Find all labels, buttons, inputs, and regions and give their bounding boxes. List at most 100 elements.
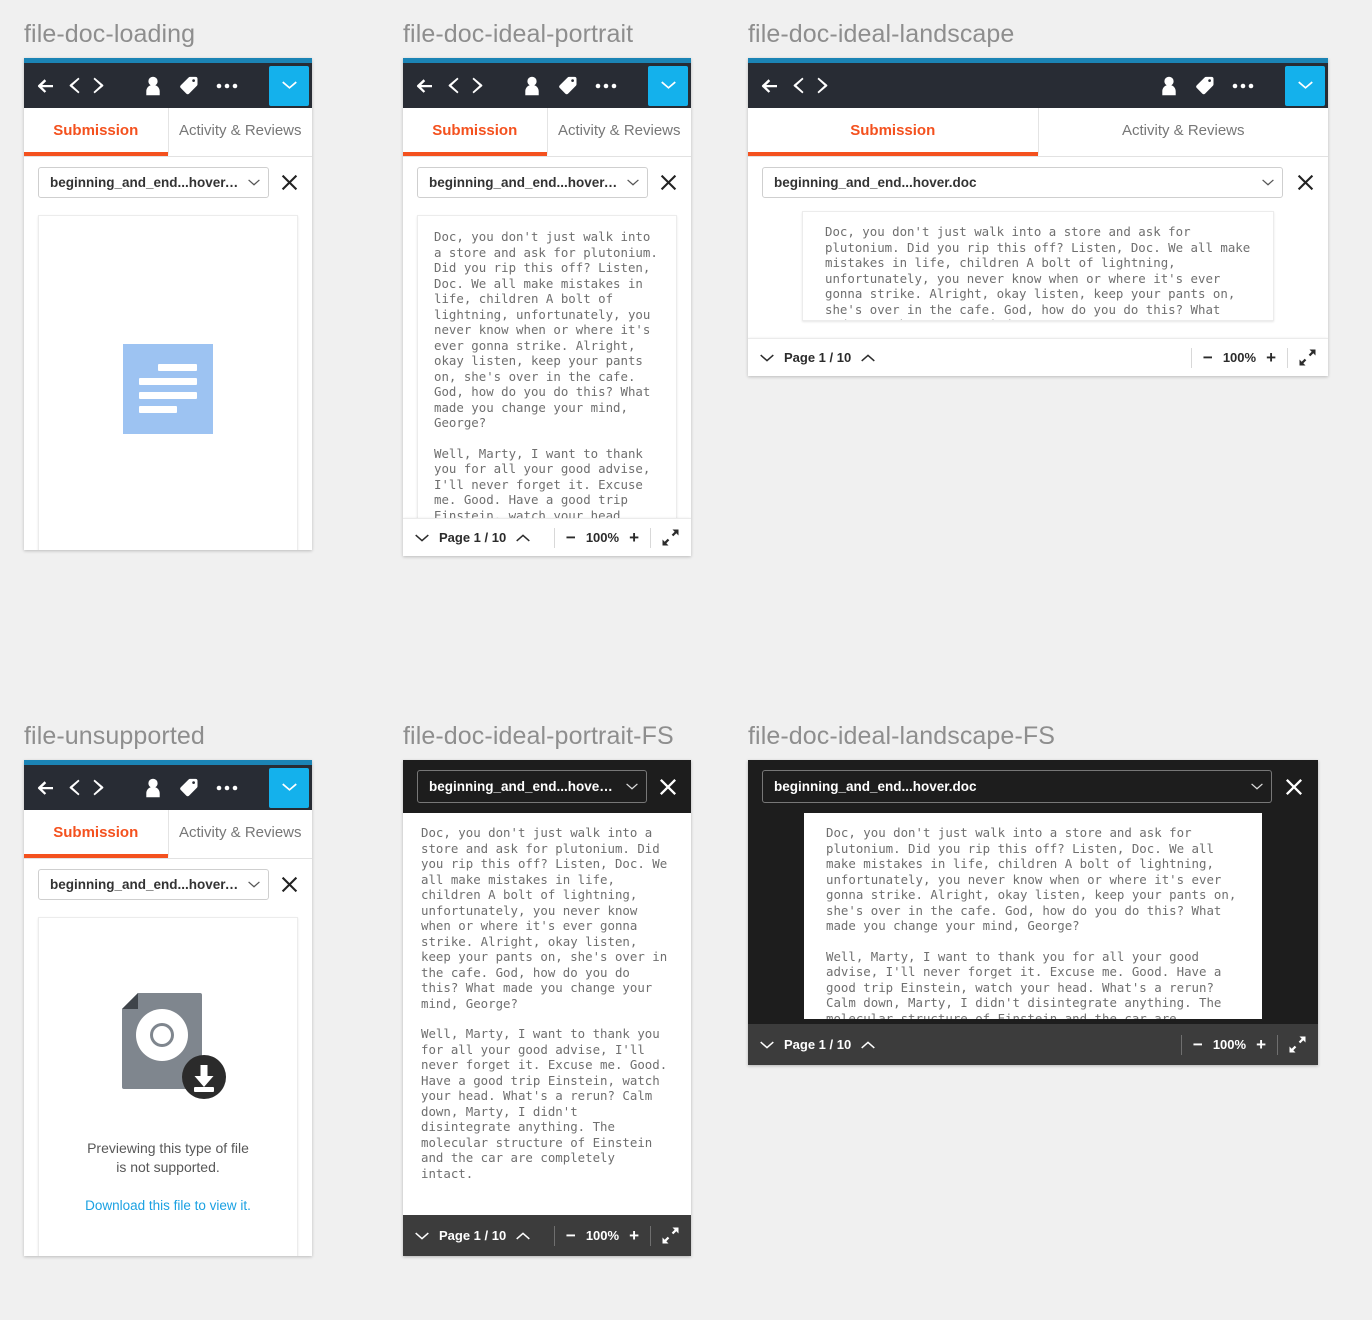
document-paragraph-2: Well, Marty, I want to thank you for all… [421,1026,675,1181]
file-selector-bar: beginning_and_end...hover.doc [24,157,312,207]
close-preview-button[interactable] [279,876,302,893]
back-arrow-icon[interactable] [415,78,434,94]
zoom-out-button[interactable]: − [1203,348,1213,368]
toolbar-dropdown-button[interactable] [269,65,309,106]
ellipsis-icon[interactable] [216,83,238,89]
back-arrow-icon[interactable] [36,78,55,94]
toolbar-dropdown-button[interactable] [648,65,688,106]
document-paragraph-1: Doc, you don't just walk into a store an… [421,825,675,1011]
file-preview-card: Submission Activity & Reviews beginning_… [24,58,312,550]
document-paragraph-2: Well, Marty, I want to thank you for all… [826,948,1222,1020]
page-down-icon[interactable] [415,1232,429,1240]
tab-bar: Submission Activity & Reviews [403,108,691,157]
zoom-in-button[interactable]: + [629,1226,639,1246]
chevron-left-icon[interactable] [447,77,459,94]
user-icon[interactable] [144,778,162,798]
file-select-dropdown[interactable]: beginning_and_end...hover.doc [417,770,647,803]
zoom-out-button[interactable]: − [566,528,576,548]
zoom-in-button[interactable]: + [1266,348,1276,368]
page-indicator-label: Page 1 / 10 [439,530,507,545]
file-preview-card: Submission Activity & Reviews beginning_… [24,760,312,1256]
tab-submission[interactable]: Submission [748,108,1038,156]
page-down-icon[interactable] [415,534,429,542]
panel-title: file-doc-ideal-landscape [748,20,1015,48]
page-up-icon[interactable] [861,1040,876,1049]
unsupported-message-line1: Previewing this type of file [87,1140,249,1156]
zoom-in-button[interactable]: + [629,528,639,548]
tag-icon[interactable] [1195,76,1215,95]
tag-icon[interactable] [558,76,578,95]
fullscreen-collapse-icon[interactable] [1289,1036,1306,1053]
file-select-dropdown[interactable]: beginning_and_end...hover.doc [38,167,269,198]
tab-submission[interactable]: Submission [24,810,168,858]
tab-submission[interactable]: Submission [24,108,168,156]
tab-activity-reviews[interactable]: Activity & Reviews [1037,108,1329,156]
chevron-right-icon[interactable] [472,77,484,94]
document-area: Doc, you don't just walk into a store an… [403,207,691,535]
close-preview-button[interactable] [279,174,302,191]
fullscreen-collapse-icon[interactable] [662,1227,679,1244]
tab-activity-reviews[interactable]: Activity & Reviews [546,108,692,156]
divider [650,527,651,548]
ellipsis-icon[interactable] [595,83,617,89]
page-control-bar: Page 1 / 10 − 100% + [403,518,691,556]
file-name-label: beginning_and_end...hover.doc [50,877,239,892]
chevron-right-icon[interactable] [817,77,829,94]
file-select-dropdown[interactable]: beginning_and_end...hover.doc [762,167,1283,198]
download-file-link[interactable]: Download this file to view it. [85,1198,251,1213]
page-up-icon[interactable] [516,1231,531,1240]
zoom-out-button[interactable]: − [1193,1035,1203,1055]
unsupported-sheet: Previewing this type of file is not supp… [38,917,298,1256]
tab-activity-reviews[interactable]: Activity & Reviews [167,108,313,156]
toolbar-dropdown-button[interactable] [1285,65,1325,106]
document-paragraph-1: Doc, you don't just walk into a store an… [434,229,666,430]
back-arrow-icon[interactable] [36,780,55,796]
tag-icon[interactable] [179,76,199,95]
divider [1180,1034,1182,1055]
zoom-level-label: 100% [585,1228,620,1243]
document-paragraph-1: Doc, you don't just walk into a store an… [826,825,1244,933]
page-down-icon[interactable] [760,354,774,362]
fullscreen-expand-icon[interactable] [662,529,679,546]
unsupported-file-icon [100,973,236,1109]
page-down-icon[interactable] [760,1041,774,1049]
tab-submission[interactable]: Submission [403,108,547,156]
panel-file-doc-loading: file-doc-loading Submission Activity & R… [24,20,314,550]
fullscreen-expand-icon[interactable] [1299,349,1316,366]
file-select-dropdown[interactable]: beginning_and_end...hover.doc [417,167,648,198]
chevron-left-icon[interactable] [68,77,80,94]
page-up-icon[interactable] [516,533,531,542]
chevron-down-icon [617,783,638,790]
ellipsis-icon[interactable] [1232,83,1254,89]
page-up-icon[interactable] [861,353,876,362]
chevron-left-icon[interactable] [68,779,80,796]
tag-icon[interactable] [179,778,199,797]
zoom-in-button[interactable]: + [1256,1035,1266,1055]
close-preview-button[interactable] [658,174,681,191]
file-preview-card-fullscreen: beginning_and_end...hover.doc Doc, you d… [748,760,1318,1065]
chevron-down-icon [618,179,639,186]
panel-file-doc-ideal-landscape: file-doc-ideal-landscape Submission Acti… [748,20,1328,376]
file-name-label: beginning_and_end...hover.doc [50,175,239,190]
close-preview-button[interactable] [1293,174,1317,191]
zoom-out-button[interactable]: − [566,1226,576,1246]
chevron-right-icon[interactable] [93,779,105,796]
file-select-dropdown[interactable]: beginning_and_end...hover.doc [38,869,269,900]
back-arrow-icon[interactable] [760,78,779,94]
chevron-left-icon[interactable] [792,77,804,94]
file-select-dropdown[interactable]: beginning_and_end...hover.doc [762,770,1272,803]
document-page: Doc, you don't just walk into a store an… [417,215,677,535]
close-fullscreen-button[interactable] [1282,778,1306,796]
file-name-label: beginning_and_end...hover.doc [774,779,977,794]
tab-bar: Submission Activity & Reviews [748,108,1328,157]
user-icon[interactable] [144,76,162,96]
chevron-right-icon[interactable] [93,77,105,94]
tab-activity-reviews[interactable]: Activity & Reviews [167,810,313,858]
ellipsis-icon[interactable] [216,785,238,791]
document-loading-icon [123,343,213,434]
user-icon[interactable] [1160,76,1178,96]
toolbar-dropdown-button[interactable] [269,767,309,808]
close-fullscreen-button[interactable] [657,778,679,796]
panel-title: file-unsupported [24,722,205,750]
user-icon[interactable] [523,76,541,96]
